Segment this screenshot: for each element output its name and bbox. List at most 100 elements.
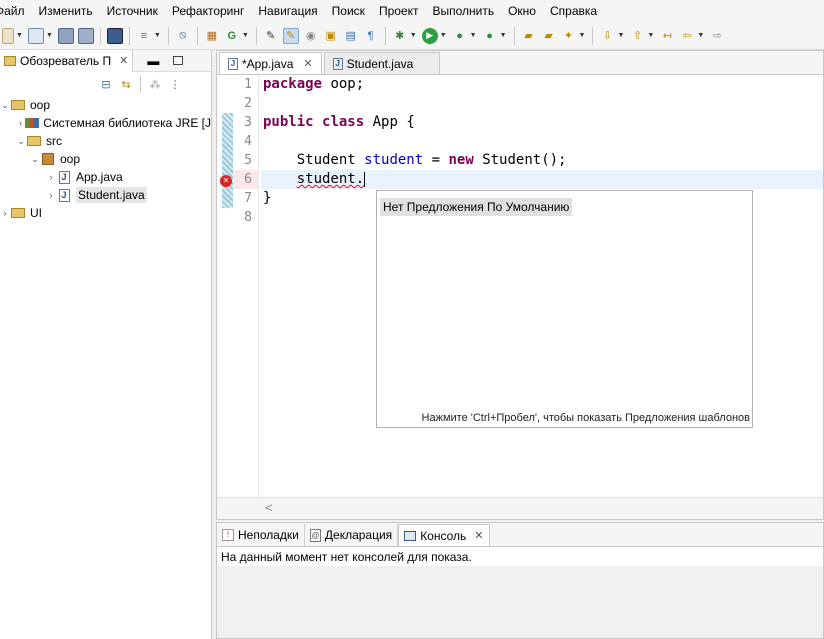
scroll-left-icon[interactable]: < [265,500,273,515]
keyword: package [263,76,323,92]
tree-item[interactable]: ⌄ oop [0,150,211,168]
menu-navigate[interactable]: Навигация [258,4,317,18]
show-whitespace-icon[interactable]: ¶ [363,28,379,44]
menu-run[interactable]: Выполнить [432,4,494,18]
wand-icon[interactable]: ✦ [561,28,577,44]
menu-refactor[interactable]: Рефакторинг [172,4,245,18]
prev-annotation-dropdown-icon[interactable]: ▼ [647,32,654,39]
line-number: 6 [233,170,258,189]
menu-window[interactable]: Окно [508,4,536,18]
highlight-icon[interactable]: ✎ [282,27,299,44]
wand-dropdown-icon[interactable]: ▼ [579,32,586,39]
back-dropdown-icon[interactable]: ▼ [697,32,704,39]
next-annotation-icon[interactable]: ⇩ [599,28,615,44]
keyword: class [322,114,365,130]
next-annotation-dropdown-icon[interactable]: ▼ [617,32,624,39]
coverage-dropdown-icon[interactable]: ▼ [470,32,477,39]
debug-dropdown-icon[interactable]: ▼ [410,32,417,39]
last-edit-icon[interactable]: ↤ [659,28,675,44]
completion-hint: Нажмите 'Ctrl+Пробел', чтобы показать Пр… [377,409,750,427]
collapse-arrow-icon[interactable]: › [46,190,56,200]
run-dropdown-icon[interactable]: ▼ [440,32,447,39]
new-wizard-icon[interactable] [27,27,44,44]
open-type-icon[interactable]: ▦ [204,28,220,44]
code-token: Student(); [473,152,567,168]
close-icon[interactable]: ✕ [119,54,128,67]
horizontal-scrollbar[interactable]: < [217,497,823,519]
expand-arrow-icon[interactable]: ⌄ [30,154,40,165]
tree-item[interactable]: › UI [0,204,211,222]
collapse-arrow-icon[interactable]: › [16,118,25,128]
search-icon[interactable]: ✎ [263,28,279,44]
refresh-icon[interactable]: G [224,28,240,44]
debug-icon[interactable]: ✱ [392,28,408,44]
new-java-project-icon[interactable]: ▰ [521,28,537,44]
forward-icon[interactable]: ⇨ [709,28,725,44]
keyword: public [263,114,314,130]
tree-item[interactable]: ⌄ oop [0,96,211,114]
new-folder-icon[interactable]: ▰ [541,28,557,44]
task-dropdown-icon[interactable]: ▼ [154,32,161,39]
back-icon[interactable]: ⇦ [679,28,695,44]
explorer-icon [4,55,16,66]
toolbar-separator [128,26,130,45]
close-icon[interactable]: ✕ [474,529,483,542]
tree-item[interactable]: ⌄ src [0,132,211,150]
maximize-icon[interactable] [173,56,184,65]
save-icon[interactable] [57,27,74,44]
completion-item[interactable]: Нет Предложения По Умолчанию [380,198,573,216]
menu-file[interactable]: Файл [0,4,25,18]
coverage-icon[interactable]: ● [452,28,468,44]
tab-console[interactable]: Консоль ✕ [398,524,490,546]
code-token: = [423,152,449,168]
mark-occurrences-icon[interactable]: ◉ [303,28,319,44]
collapse-arrow-icon[interactable]: › [0,208,10,218]
terminal-icon[interactable] [106,27,123,44]
toggle-block-icon[interactable]: ▣ [323,28,339,44]
error-icon[interactable]: ✕ [220,175,232,187]
save-all-icon[interactable] [77,27,94,44]
word-wrap-icon[interactable]: ▤ [343,28,359,44]
refresh-dropdown-icon[interactable]: ▼ [242,32,249,39]
view-menu-icon[interactable]: ⋮ [167,76,183,92]
collapse-all-icon[interactable]: ⊟ [98,76,114,92]
expand-arrow-icon[interactable]: ⌄ [0,100,10,111]
tab-app-java[interactable]: J *App.java ✕ [219,52,322,74]
explorer-tab[interactable]: Обозреватель П ✕ [0,49,134,72]
filters-icon[interactable]: ⁂ [147,76,163,92]
prev-annotation-icon[interactable]: ⇧ [629,28,645,44]
tree-label: oop [30,98,51,112]
link-with-editor-icon[interactable]: ⇆ [118,76,134,92]
menu-edit[interactable]: Изменить [39,4,93,18]
line-numbers: 1 2 3 4 5 6 7 8 [233,75,259,499]
tree-item[interactable]: › Системная библиотека JRE [J [0,114,211,132]
tree-item[interactable]: › J Student.java [0,186,211,204]
java-file-icon: J [56,188,72,202]
menu-project[interactable]: Проект [379,4,419,18]
run-icon[interactable]: ▶ [421,27,438,44]
line-number: 5 [244,153,252,168]
close-icon[interactable]: ✕ [303,57,312,70]
collapse-arrow-icon[interactable]: › [46,172,56,182]
tab-problems[interactable]: ! Неполадки [217,524,305,546]
menu-help[interactable]: Справка [550,4,597,18]
external-tools-dropdown-icon[interactable]: ▼ [500,32,507,39]
new-wizard-dropdown-icon[interactable]: ▼ [46,32,53,39]
new-dropdown-icon[interactable]: ▼ [16,32,23,39]
skip-breakpoints-icon[interactable]: ⦸ [175,28,191,44]
minimize-icon[interactable]: ▬ [147,54,159,68]
tree-item[interactable]: › J App.java [0,168,211,186]
new-icon[interactable] [2,27,14,44]
expand-arrow-icon[interactable]: ⌄ [16,136,26,147]
menu-search[interactable]: Поиск [332,4,365,18]
tab-student-java[interactable]: J Student.java [323,52,441,74]
menu-source[interactable]: Источник [107,4,158,18]
toolbar-separator [167,26,169,45]
external-tools-icon[interactable]: ● [482,28,498,44]
text-caret [364,171,366,187]
editor-tabs: J *App.java ✕ J Student.java [217,51,823,75]
tree-label: Student.java [76,187,147,203]
tab-declaration[interactable]: @ Декларация [305,524,399,546]
task-list-icon[interactable]: ≡ [136,28,152,44]
